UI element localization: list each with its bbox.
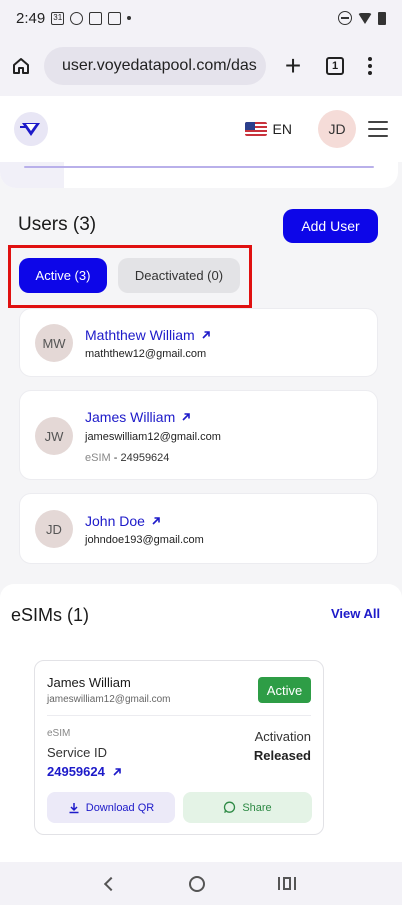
user-name-link[interactable]: James William <box>85 409 191 425</box>
esim-card[interactable]: James William jameswilliam12@gmail.com A… <box>34 660 324 835</box>
user-card[interactable]: JW James William jameswilliam12@gmail.co… <box>19 390 378 480</box>
user-card[interactable]: JD John Doe johndoe193@gmail.com <box>19 493 378 564</box>
language-selector[interactable]: EN <box>244 121 292 137</box>
avatar[interactable]: JD <box>318 110 356 148</box>
user-email: jameswilliam12@gmail.com <box>85 431 221 443</box>
view-all-link[interactable]: View All <box>331 606 380 621</box>
download-icon <box>69 802 79 813</box>
esims-section: eSIMs (1) View All James William jameswi… <box>0 584 402 862</box>
user-card[interactable]: MW Maththew William maththew12@gmail.com <box>19 308 378 377</box>
user-name[interactable]: Maththew William <box>85 327 195 343</box>
info-icon <box>70 11 84 25</box>
user-name[interactable]: James William <box>85 409 175 425</box>
external-link-icon <box>152 517 160 525</box>
status-bar: 2:49 31 <box>0 0 402 36</box>
browser-toolbar: user.voyedatapool.com/das + 1 <box>0 36 402 96</box>
share-label: Share <box>242 801 272 814</box>
recent-apps-icon[interactable] <box>277 877 296 890</box>
tab-switcher-button[interactable]: 1 <box>326 57 344 75</box>
battery-icon <box>378 11 386 25</box>
esim-owner-email: jameswilliam12@gmail.com <box>47 694 171 705</box>
user-avatar: JD <box>35 510 73 548</box>
notification-dot-icon <box>127 16 132 20</box>
language-label: EN <box>272 121 292 137</box>
back-icon[interactable] <box>104 876 119 891</box>
esims-section-title: eSIMs (1) <box>11 605 90 625</box>
status-time: 2:49 <box>16 9 46 27</box>
more-menu-icon[interactable] <box>368 57 372 75</box>
add-user-button[interactable]: Add User <box>283 209 378 243</box>
url-bar[interactable]: user.voyedatapool.com/das <box>44 47 266 85</box>
home-icon[interactable] <box>8 53 34 79</box>
users-section-title: Users (3) <box>18 214 97 235</box>
calendar-icon: 31 <box>51 11 65 25</box>
user-name-link[interactable]: Maththew William <box>85 327 211 343</box>
download-qr-button[interactable]: Download QR <box>47 792 175 823</box>
service-id-label: Service ID <box>47 745 107 760</box>
user-avatar: JW <box>35 417 73 455</box>
app-header: EN JD <box>0 96 402 162</box>
brand-logo[interactable] <box>14 112 48 146</box>
esim-type-label: eSIM <box>47 728 71 739</box>
external-link-icon <box>182 413 191 421</box>
user-name-link[interactable]: John Doe <box>85 513 161 529</box>
user-avatar: MW <box>35 324 73 362</box>
home-button-icon[interactable] <box>188 875 205 892</box>
wifi-icon <box>358 12 372 24</box>
us-flag-icon <box>244 122 267 136</box>
user-email: johndoe193@gmail.com <box>85 534 204 546</box>
service-id-value[interactable]: 24959624 <box>47 764 105 779</box>
status-badge: Active <box>258 677 311 703</box>
card-divider <box>24 166 374 168</box>
url-text[interactable]: user.voyedatapool.com/das <box>62 57 257 75</box>
previous-card <box>0 162 398 188</box>
activation-label: Activation <box>254 729 311 744</box>
menu-icon[interactable] <box>368 121 388 137</box>
esim-number: - 24959624 <box>113 452 170 464</box>
external-link-icon <box>202 331 210 339</box>
tab-deactivated-users[interactable]: Deactivated (0) <box>118 258 240 293</box>
screenshot-icon <box>89 11 103 25</box>
download-qr-label: Download QR <box>85 801 155 814</box>
share-button[interactable]: Share <box>183 792 312 823</box>
whatsapp-icon <box>224 801 236 813</box>
do-not-disturb-icon <box>338 11 352 25</box>
user-esim-info: eSIM - 24959624 <box>85 452 169 464</box>
external-link-icon <box>113 767 121 776</box>
new-tab-icon[interactable]: + <box>280 52 306 80</box>
tab-active-users[interactable]: Active (3) <box>19 258 107 293</box>
user-email: maththew12@gmail.com <box>85 348 207 360</box>
sim-icon <box>108 11 122 25</box>
main-content: Users (3) Add User Active (3) Deactivate… <box>0 162 402 862</box>
card-divider <box>47 715 311 716</box>
esim-label: eSIM <box>85 452 111 464</box>
system-nav-bar <box>0 862 402 905</box>
esim-owner-name: James William <box>47 675 131 690</box>
user-name[interactable]: John Doe <box>85 513 145 529</box>
activation-value: Released <box>253 748 311 763</box>
service-id-link[interactable]: 24959624 <box>47 764 122 779</box>
